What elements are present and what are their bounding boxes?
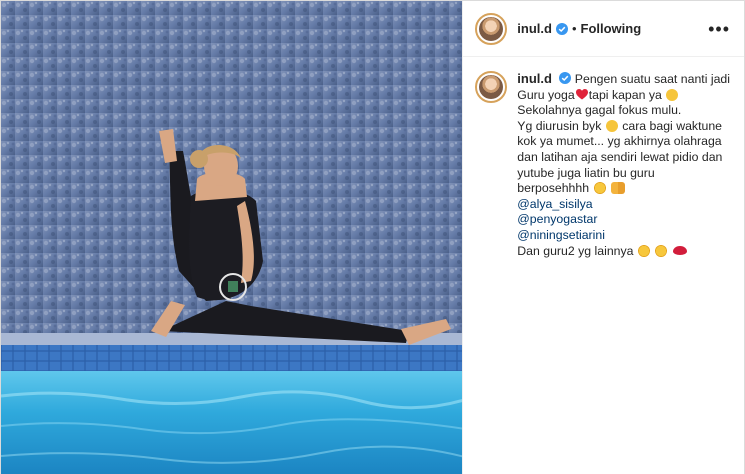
separator-dot: • — [571, 21, 577, 36]
caption-avatar[interactable] — [475, 71, 508, 103]
avatar[interactable] — [475, 12, 508, 45]
caption-line: kok ya mumet... yg akhirnya olahraga — [517, 134, 722, 149]
caption-line: dan latihan aja sendiri lewat pidio dan — [517, 149, 723, 164]
star-struck-icon — [593, 182, 606, 195]
caption-text: inul.d Pengen suatu saat nanti jadi Guru… — [517, 71, 730, 259]
red-heart-icon — [575, 88, 588, 100]
more-options-icon[interactable]: ••• — [708, 20, 730, 38]
following-button[interactable]: Following — [581, 21, 642, 36]
post-header: inul.d • Following ••• — [463, 1, 744, 57]
mention-link[interactable]: @niningsetiarini — [517, 228, 730, 244]
caption-line: Guru yoga — [517, 87, 575, 102]
verified-badge-icon — [555, 22, 568, 35]
caption-line: Yg diurusin byk — [517, 118, 602, 133]
caption-line: yutube juga liatin bu guru — [517, 165, 655, 180]
confused-face-icon — [666, 88, 679, 101]
caption-line: tapi kapan ya — [588, 87, 662, 102]
star-struck-icon — [655, 244, 668, 257]
caption-line: Dan guru2 yg lainnya — [517, 243, 634, 258]
post-image[interactable] — [1, 1, 463, 474]
caption-line: berposehhhh — [517, 181, 590, 196]
post-sidebar: inul.d • Following ••• inul.d Pengen sua… — [462, 1, 744, 474]
folded-hands-icon — [610, 182, 625, 195]
kiss-mark-icon — [672, 245, 687, 255]
username-link[interactable]: inul.d — [517, 21, 552, 36]
caption: inul.d Pengen suatu saat nanti jadi Guru… — [463, 57, 744, 259]
verified-badge-icon — [559, 72, 572, 84]
caption-line: cara bagi waktune — [622, 118, 723, 133]
star-struck-icon — [637, 244, 650, 257]
caption-line: Sekolahnya gagal fokus mulu. — [517, 103, 682, 118]
mention-link[interactable]: @penyogastar — [517, 212, 730, 228]
caption-line: Pengen suatu saat nanti jadi — [574, 72, 730, 86]
caption-username[interactable]: inul.d — [517, 71, 552, 86]
instagram-post: inul.d • Following ••• inul.d Pengen sua… — [0, 0, 745, 474]
yoga-photo — [1, 1, 463, 474]
mention-link[interactable]: @alya_sisilya — [517, 197, 730, 213]
frowning-face-icon — [605, 119, 618, 132]
